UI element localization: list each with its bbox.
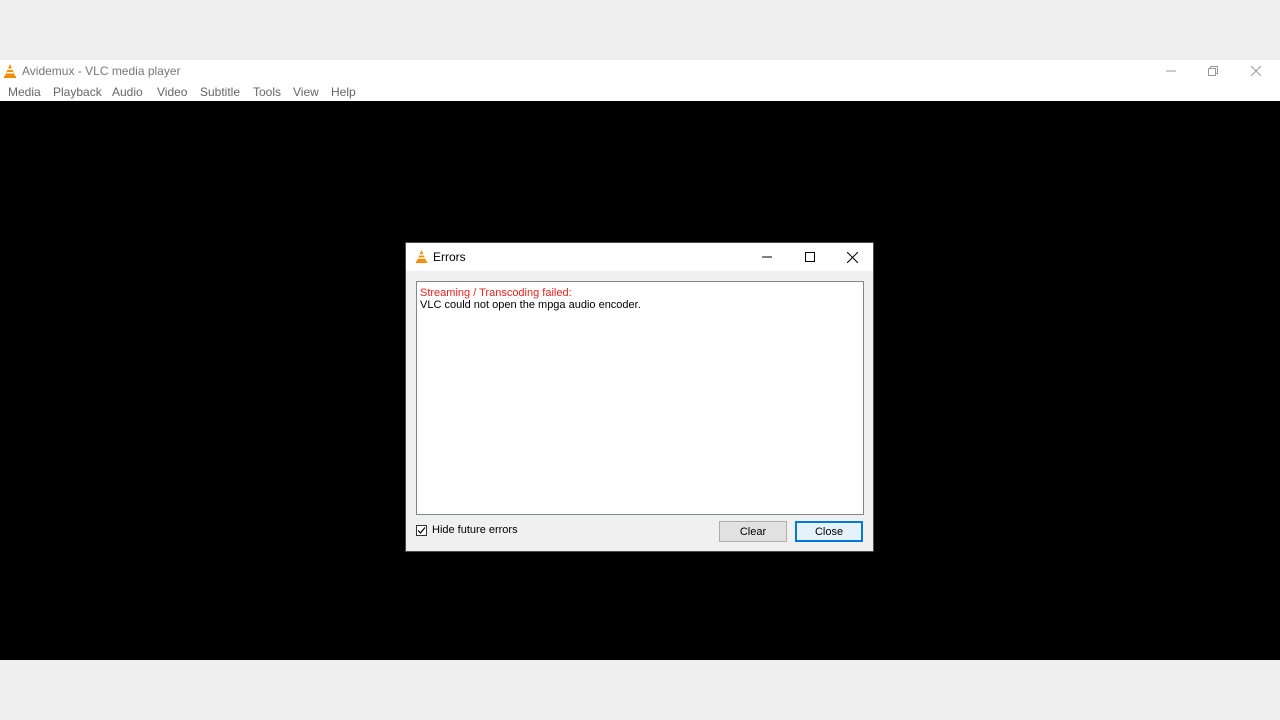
menu-subtitle[interactable]: Subtitle [200,85,240,99]
close-button[interactable]: Close [795,521,863,542]
menu-playback[interactable]: Playback [53,85,102,99]
dialog-maximize-button[interactable] [789,243,831,271]
dialog-minimize-button[interactable] [746,243,788,271]
hide-future-errors-option[interactable]: Hide future errors [416,524,518,536]
window-title: Avidemux - VLC media player [22,64,181,78]
menu-bar: Media Playback Audio Video Subtitle Tool… [0,82,1280,101]
menu-view[interactable]: View [293,85,319,99]
dialog-title-bar[interactable]: Errors [406,243,873,271]
menu-help[interactable]: Help [331,85,356,99]
minimize-icon [1166,70,1176,72]
menu-media[interactable]: Media [8,85,41,99]
clear-button[interactable]: Clear [719,521,787,542]
errors-dialog: Errors Streaming / Transcoding failed: V… [405,242,874,552]
menu-tools[interactable]: Tools [253,85,281,99]
error-heading: Streaming / Transcoding failed: [420,287,572,299]
close-icon [846,251,858,263]
menu-video[interactable]: Video [157,85,187,99]
title-bar[interactable]: Avidemux - VLC media player [0,60,1280,82]
close-window-button[interactable] [1235,60,1277,82]
error-log-text-area[interactable]: Streaming / Transcoding failed: VLC coul… [416,281,864,515]
dialog-title: Errors [433,250,466,264]
restore-icon [1208,66,1218,76]
error-detail: VLC could not open the mpga audio encode… [420,299,641,311]
hide-future-errors-checkbox[interactable] [416,524,427,536]
vlc-cone-icon [415,250,428,263]
menu-audio[interactable]: Audio [112,85,143,99]
vlc-cone-icon [4,64,16,78]
minimize-button[interactable] [1150,60,1192,82]
dialog-close-button[interactable] [831,243,873,271]
restore-button[interactable] [1192,60,1234,82]
checkmark-icon [417,526,426,534]
hide-future-errors-label[interactable]: Hide future errors [432,524,518,536]
maximize-icon [805,252,815,262]
close-icon [1251,66,1261,76]
minimize-icon [762,256,772,258]
